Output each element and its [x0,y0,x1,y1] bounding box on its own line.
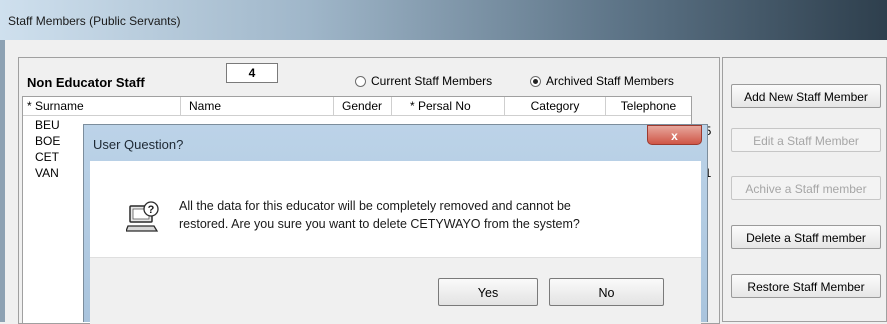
column-header-telephone[interactable]: Telephone [606,97,691,115]
current-staff-radio[interactable]: Current Staff Members [355,74,492,88]
column-header-surname[interactable]: * Surname [23,97,181,115]
dialog-body: ? All the data for this educator will be… [90,161,701,257]
yes-button[interactable]: Yes [438,278,538,306]
current-staff-label: Current Staff Members [371,74,493,88]
svg-text:?: ? [148,204,155,216]
dialog-message: All the data for this educator will be c… [179,197,580,233]
delete-staff-member-button[interactable]: Delete a Staff member [731,225,881,249]
non-educator-staff-label: Non Educator Staff [27,75,145,90]
edit-staff-member-button[interactable]: Edit a Staff Member [731,128,881,152]
table-header: * Surname Name Gender * Persal No Catego… [23,97,691,116]
dialog-title: User Question? [93,137,184,152]
close-icon[interactable]: x [647,125,702,145]
restore-staff-member-button[interactable]: Restore Staff Member [731,274,881,298]
dialog-footer: Yes No [90,257,701,324]
column-header-gender[interactable]: Gender [334,97,392,115]
column-header-name[interactable]: Name [181,97,334,115]
archived-staff-radio[interactable]: Archived Staff Members [530,74,674,88]
window-title-bar: Staff Members (Public Servants) [0,0,887,40]
radio-button-checked-icon[interactable] [530,76,541,88]
staff-count-field: 4 [226,63,278,83]
computer-question-icon: ? [125,201,160,238]
column-header-persal-no[interactable]: * Persal No [392,97,505,115]
archived-staff-label: Archived Staff Members [546,74,674,88]
window-border [0,40,5,322]
add-new-staff-member-button[interactable]: Add New Staff Member [731,84,881,108]
radio-button-icon[interactable] [355,76,366,88]
window-title: Staff Members (Public Servants) [8,14,181,28]
user-question-dialog: User Question? x ? All the data for this… [83,124,708,324]
message-line: restored. Are you sure you want to delet… [179,217,580,231]
archive-staff-member-button[interactable]: Achive a Staff member [731,176,881,200]
column-header-category[interactable]: Category [505,97,606,115]
no-button[interactable]: No [549,278,664,306]
message-line: All the data for this educator will be c… [179,199,571,213]
